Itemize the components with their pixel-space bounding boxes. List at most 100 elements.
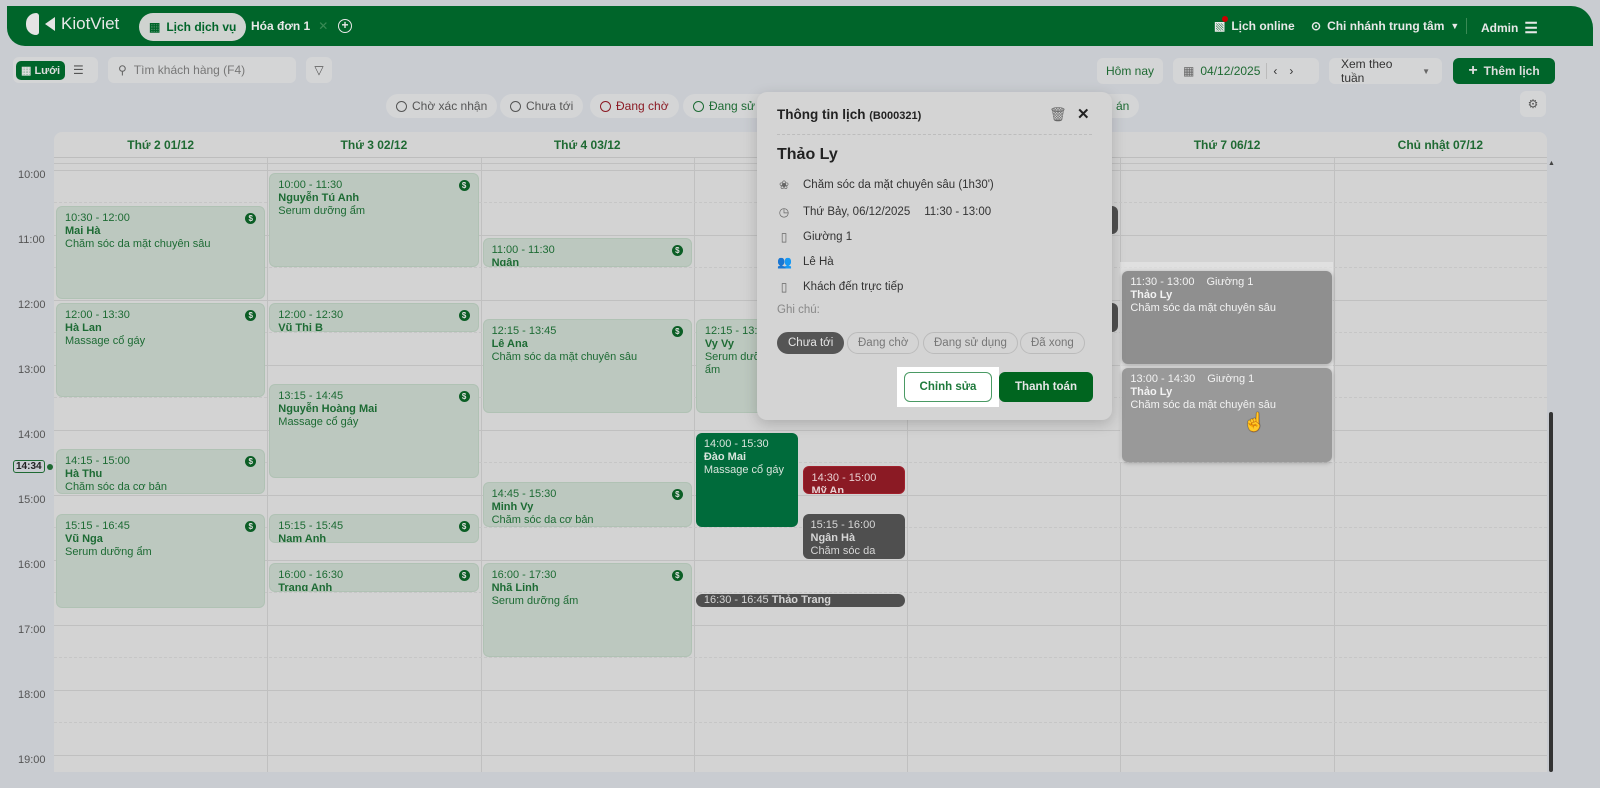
edit-button[interactable]: Chỉnh sửa [904, 372, 992, 402]
status-filter-chip[interactable]: Chờ xác nhận [386, 94, 498, 118]
status-da-xong[interactable]: Đã xong [1020, 332, 1085, 354]
status-filter-chip[interactable]: Chưa tới [500, 94, 584, 118]
event-service: Chăm sóc da mặt chuyên sâu [65, 237, 211, 250]
paid-dollar-icon: $ [458, 521, 470, 533]
event-service: Massage cổ gáy [703, 464, 784, 476]
event-service: Serum dưỡng ẩm [65, 546, 152, 559]
edit-calendar-icon: ▧ [1214, 16, 1229, 33]
booking-event[interactable]: 16:00 - 17:30 Nhã Linh Serum dưỡng ẩm $ [482, 563, 692, 657]
plus-circle-icon[interactable]: + [338, 19, 352, 33]
close-icon[interactable]: ✕ [318, 19, 328, 33]
booking-event[interactable]: 15:15 - 16:00Ngân HàChăm sóc da cơ... [802, 514, 906, 559]
bed-row: ▯ Giường 1 [777, 230, 852, 244]
booking-event[interactable]: 14:30 - 15:00 Mỹ An [802, 465, 906, 494]
tab-hoa-don-1[interactable]: Hóa đơn 1 ✕ [251, 19, 328, 33]
booking-event[interactable]: 15:15 - 15:45 Nam Anh $ [269, 514, 479, 543]
branch-selector[interactable]: ⊙ Chi nhánh trung tâm ▼ [1311, 19, 1459, 33]
chip-label: Đang chờ [616, 99, 669, 113]
staff-row: 👥 Lê Hà [777, 255, 834, 269]
hand-cursor-icon: ☝ [1243, 412, 1266, 432]
booking-event[interactable]: 11:00 - 11:30 Ngân $ [482, 238, 692, 267]
event-service: Serum dưỡng ẩm [491, 595, 579, 607]
column-divider [693, 158, 695, 772]
scrollbar[interactable]: ▲ [1547, 158, 1555, 772]
status-chua-toi[interactable]: Chưa tới [777, 332, 845, 354]
customer-name: Thảo Ly [777, 146, 838, 163]
view-mode-select[interactable]: Xem theo tuần ▼ [1329, 57, 1442, 85]
status-dang-su-dung[interactable]: Đang sử dụng [923, 332, 1018, 354]
hour-line [54, 560, 1547, 561]
column-divider [480, 158, 482, 772]
add-booking-button[interactable]: + Thêm lịch [1453, 58, 1555, 84]
booking-event[interactable]: 16:30 - 16:45 Thảo Trang [695, 593, 906, 607]
event-time: 12:15 - 13:45 [491, 325, 557, 338]
booking-event[interactable]: 10:00 - 11:30 Nguyễn Tú Anh Serum dưỡng ẩm… [269, 173, 479, 267]
event-customer: Vũ Nga [65, 533, 103, 546]
booking-event[interactable]: 14:00 - 15:30 Đào Mai Massage cổ gáy [695, 433, 799, 527]
booking-event[interactable]: 13:15 - 14:45 Nguyễn Hoàng Mai Massage cổ … [269, 384, 479, 478]
hour-label: 19:00 [18, 754, 46, 766]
user-label: Admin [1481, 21, 1519, 35]
service-row: ❀ Chăm sóc da mặt chuyên sâu (1h30') [777, 178, 994, 192]
location-pin-icon: ⊙ [1311, 19, 1322, 33]
next-week-button[interactable]: › [1289, 64, 1293, 78]
settings-gear-icon[interactable]: ⚙ [1520, 91, 1546, 117]
event-time: 10:00 - 11:30 [278, 179, 343, 191]
list-view-icon[interactable]: ☰ [73, 63, 84, 77]
view-toggle: ▦ Lưới ☰ [13, 57, 98, 83]
today-button[interactable]: Hôm nay [1097, 58, 1163, 84]
booking-event[interactable]: 14:45 - 15:30 Minh Vy Chăm sóc da cơ bản $ [482, 481, 692, 527]
booking-event[interactable]: 16:00 - 16:30 Trang Anh $ [269, 563, 479, 592]
booking-event[interactable]: 11:30 - 13:00 Giường 1 Thảo Ly Chăm sóc da … [1122, 270, 1332, 364]
bed-text: Giường 1 [803, 231, 853, 243]
status-dang-cho[interactable]: Đang chờ [847, 332, 920, 354]
hour-line [54, 755, 1547, 756]
date-value: 04/12/2025 [1200, 64, 1261, 78]
note-label: Ghi chú: [777, 304, 820, 316]
close-icon[interactable]: ✕ [1077, 105, 1090, 123]
booking-event[interactable]: 12:00 - 12:30 Vũ Thị B $ [269, 303, 479, 332]
date-picker[interactable]: ▦ 04/12/2025 ‹ › [1173, 58, 1319, 84]
pay-button[interactable]: Thanh toán [999, 372, 1093, 402]
paid-dollar-icon: $ [458, 310, 470, 321]
event-customer: Nguyễn Tú Anh [278, 192, 360, 204]
event-time: 16:00 - 16:30 [278, 569, 344, 581]
booking-event[interactable]: 15:15 - 16:45 Vũ Nga Serum dưỡng ẩm $ [56, 514, 266, 608]
event-customer: Lê Ana [491, 338, 528, 351]
paid-dollar-icon: $ [671, 245, 683, 256]
date-text: Thứ Bảy, 06/12/2025 [803, 206, 911, 218]
filter-icon[interactable]: ▽ [306, 57, 332, 83]
admin-menu[interactable]: Admin ☰ [1481, 19, 1538, 37]
radio-icon [396, 100, 407, 112]
booking-event[interactable]: 13:00 - 14:30 Giường 1 Thảo Ly Chăm sóc da … [1122, 368, 1332, 462]
chip-label: án [1116, 99, 1130, 113]
hour-line [54, 690, 1547, 691]
day-header: Thứ 3 02/12 [267, 132, 481, 158]
paid-dollar-icon: $ [671, 570, 683, 581]
plus-icon: + [1468, 62, 1478, 79]
event-time: 15:15 - 16:00 [810, 519, 876, 532]
kiotviet-logo[interactable]: KiotViet [26, 13, 119, 35]
event-customer: Thảo Ly [1130, 288, 1173, 301]
event-service: Chăm sóc da cơ bản [65, 481, 167, 494]
bookmark-icon: ▯ [780, 280, 788, 294]
event-customer: Hà Lan [65, 322, 102, 334]
event-customer: Minh Vy [491, 500, 534, 513]
status-filter-chip[interactable]: Đang chờ [590, 94, 679, 118]
lotus-icon: ❀ [778, 178, 790, 192]
booking-event[interactable]: 10:30 - 12:00 Mai Hà Chăm sóc da mặt chuyê… [56, 205, 266, 299]
event-customer: Hà Thu [65, 468, 103, 481]
trash-icon[interactable]: 🗑 [1049, 106, 1067, 123]
view-mode-value: Xem theo tuần [1341, 57, 1393, 85]
grid-view-button[interactable]: ▦ Lưới [16, 60, 66, 80]
booking-event[interactable]: 14:15 - 15:00 Hà Thu Chăm sóc da cơ bản $ [56, 449, 266, 494]
event-time: 14:30 - 15:00 [811, 471, 877, 484]
online-booking-link[interactable]: ▧ Lịch online [1214, 16, 1295, 33]
tab-lich-dich-vu[interactable]: ▦ Lịch dịch vụ [139, 13, 247, 41]
booking-event[interactable]: 12:15 - 13:45 Lê Ana Chăm sóc da mặt chuyê… [482, 319, 692, 413]
booking-event[interactable]: 12:00 - 13:30 Hà Lan Massage cổ gáy $ [56, 303, 266, 397]
prev-week-button[interactable]: ‹ [1273, 64, 1277, 78]
event-service: Massage cổ gáy [278, 416, 359, 429]
event-time: 15:15 - 15:45 [278, 520, 344, 533]
search-input[interactable]: ⚲ Tìm khách hàng (F4) [108, 57, 296, 83]
